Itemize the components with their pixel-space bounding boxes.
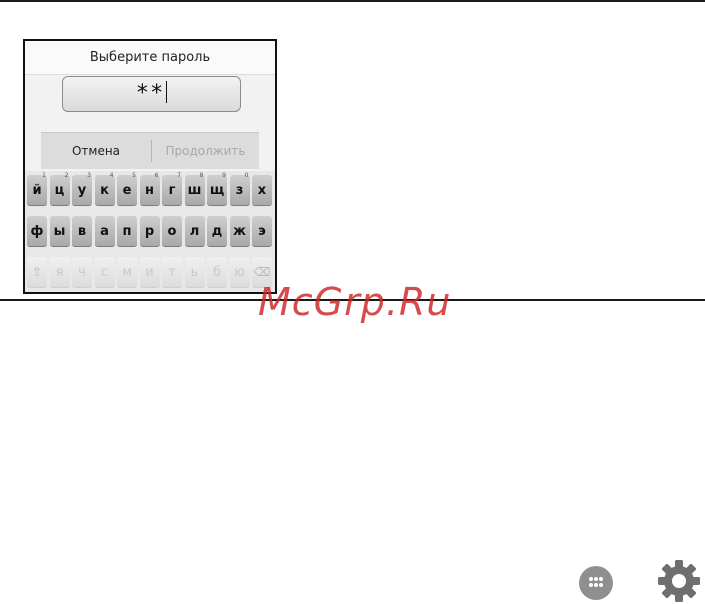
password-input[interactable]: ** (62, 76, 241, 112)
key-label: р (144, 224, 155, 239)
key-label: л (189, 224, 200, 239)
key-label: з (235, 183, 244, 198)
key-hint: 1 (42, 172, 46, 179)
key-2[interactable]: я (49, 257, 70, 288)
key-label: щ (209, 183, 225, 198)
key-5[interactable]: п (117, 216, 137, 247)
cancel-button[interactable]: Отмена (41, 133, 151, 169)
key-6[interactable]: 6н (139, 172, 160, 206)
key-label: ш (187, 183, 202, 198)
key-label: э (258, 224, 266, 239)
key-label: ь (190, 265, 199, 280)
key-label: я (55, 265, 64, 280)
key-label: п (122, 224, 132, 239)
key-9[interactable]: 9щ (207, 172, 227, 206)
key-label: с (100, 265, 109, 280)
text-caret (166, 81, 168, 103)
key-5[interactable]: м (117, 257, 137, 288)
key-2[interactable]: ы (49, 216, 70, 247)
key-hint: 9 (222, 172, 226, 179)
key-6[interactable]: и (139, 257, 160, 288)
password-value: ** (63, 81, 240, 106)
dialog-button-bar: Отмена Продолжить (41, 132, 259, 169)
key-7[interactable]: 7г (162, 172, 182, 206)
onscreen-keyboard: 1й2ц3у4к5е6н7г8ш9щ0зх фывапролджэ ⇧ я ч с м и… (25, 171, 275, 292)
key-label: г (168, 183, 176, 198)
key-label: ж (233, 224, 246, 239)
key-hint: 2 (64, 172, 69, 179)
key-10[interactable]: ю (229, 257, 250, 288)
key-label: а (100, 224, 109, 239)
key-hint: 8 (199, 172, 204, 179)
key-4[interactable]: а (94, 216, 115, 247)
key-10[interactable]: 0з (229, 172, 250, 206)
shift-key[interactable]: ⇧ (27, 257, 47, 288)
key-4[interactable]: 4к (94, 172, 115, 206)
key-label: н (145, 183, 154, 198)
key-11[interactable]: х (252, 175, 272, 206)
key-9[interactable]: б (207, 257, 227, 288)
key-3[interactable]: ч (72, 257, 92, 288)
key-label: у (77, 183, 87, 198)
key-label: д (211, 224, 223, 239)
key-label: и (145, 265, 154, 280)
key-7[interactable]: т (162, 257, 182, 288)
key-8[interactable]: 8ш (184, 172, 205, 206)
dialog-title: Выберите пароль (25, 41, 275, 75)
key-label: й (32, 183, 42, 198)
key-1[interactable]: ф (27, 216, 47, 247)
key-label: ф (30, 224, 44, 239)
key-hint: 3 (87, 172, 91, 179)
key-8[interactable]: л (184, 216, 205, 247)
apps-grid-icon[interactable] (579, 566, 613, 600)
key-label: ⇧ (31, 265, 43, 279)
key-7[interactable]: о (162, 216, 182, 247)
key-label: ⌫ (253, 265, 271, 279)
key-10[interactable]: ж (229, 216, 250, 247)
key-5[interactable]: 5е (117, 172, 137, 206)
key-label: б (212, 265, 222, 280)
key-label: ы (53, 224, 66, 239)
key-6[interactable]: р (139, 216, 160, 247)
key-hint: 4 (109, 172, 114, 179)
key-1[interactable]: 1й (27, 172, 47, 206)
keyboard-row-2: фывапролджэ (26, 216, 274, 248)
key-8[interactable]: ь (184, 257, 205, 288)
key-4[interactable]: с (94, 257, 115, 288)
continue-button[interactable]: Продолжить (152, 133, 259, 169)
top-rule (0, 0, 705, 2)
keyboard-row-3: ⇧ я ч с м и т ь б ю ⌫ (26, 257, 274, 289)
key-3[interactable]: 3у (72, 172, 92, 206)
key-label: х (257, 183, 267, 198)
watermark-logo: McGrp.Ru (258, 280, 452, 324)
key-label: о (167, 224, 177, 239)
key-11[interactable]: э (252, 216, 272, 247)
key-hint: 7 (177, 172, 181, 179)
key-hint: 0 (244, 172, 249, 179)
key-label: е (122, 183, 132, 198)
key-label: ц (54, 183, 65, 198)
key-label: в (77, 224, 87, 239)
key-9[interactable]: д (207, 216, 227, 247)
key-2[interactable]: 2ц (49, 172, 70, 206)
key-hint: 6 (154, 172, 159, 179)
key-3[interactable]: в (72, 216, 92, 247)
key-label: к (100, 183, 109, 198)
key-label: ю (234, 265, 245, 280)
key-hint: 5 (132, 172, 136, 179)
password-dialog-screenshot: Выберите пароль ** Отмена Продолжить 1й2… (23, 39, 277, 294)
key-label: т (168, 265, 176, 280)
gear-icon[interactable] (656, 558, 702, 604)
key-label: м (122, 265, 132, 280)
keyboard-row-1: 1й2ц3у4к5е6н7г8ш9щ0зх (26, 172, 274, 207)
key-label: ч (78, 265, 86, 280)
